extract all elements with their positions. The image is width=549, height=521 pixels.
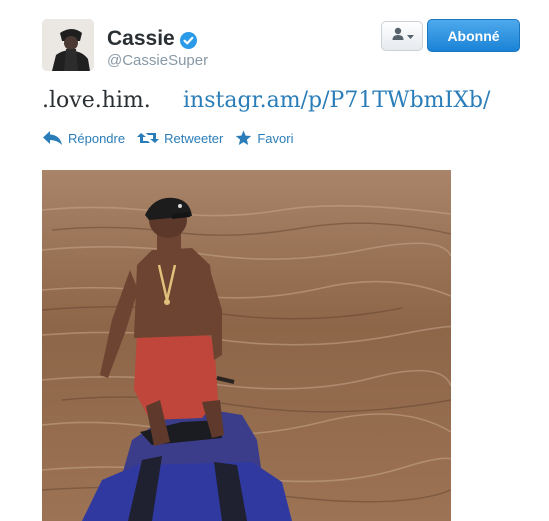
user-avatar[interactable] (42, 19, 94, 71)
retweet-icon (137, 133, 160, 143)
reply-action[interactable]: Répondre (42, 130, 125, 146)
verified-badge-icon (179, 31, 197, 49)
star-icon (236, 130, 252, 145)
reply-label: Répondre (68, 130, 126, 146)
reply-icon (43, 131, 62, 145)
retweet-label: Retweeter (164, 130, 224, 146)
caret-down-icon (406, 27, 414, 45)
favorite-label: Favori (257, 130, 294, 146)
tweet-text: .love.him. (42, 88, 151, 113)
user-name-text[interactable]: Cassie (107, 27, 175, 51)
tweet-actions: Répondre Retweeter Favori (42, 130, 305, 146)
tweet-photo[interactable] (42, 170, 451, 521)
tweet-link[interactable]: instagr.am/p/P71TWbmIXb/ (183, 88, 490, 113)
user-actions-dropdown[interactable] (381, 21, 423, 51)
user-name[interactable]: Cassie (107, 27, 197, 51)
favorite-action[interactable]: Favori (235, 130, 293, 146)
user-handle[interactable]: @CassieSuper (107, 52, 208, 69)
following-button[interactable]: Abonné (427, 19, 520, 52)
person-icon (391, 27, 405, 46)
retweet-action[interactable]: Retweeter (137, 130, 223, 146)
